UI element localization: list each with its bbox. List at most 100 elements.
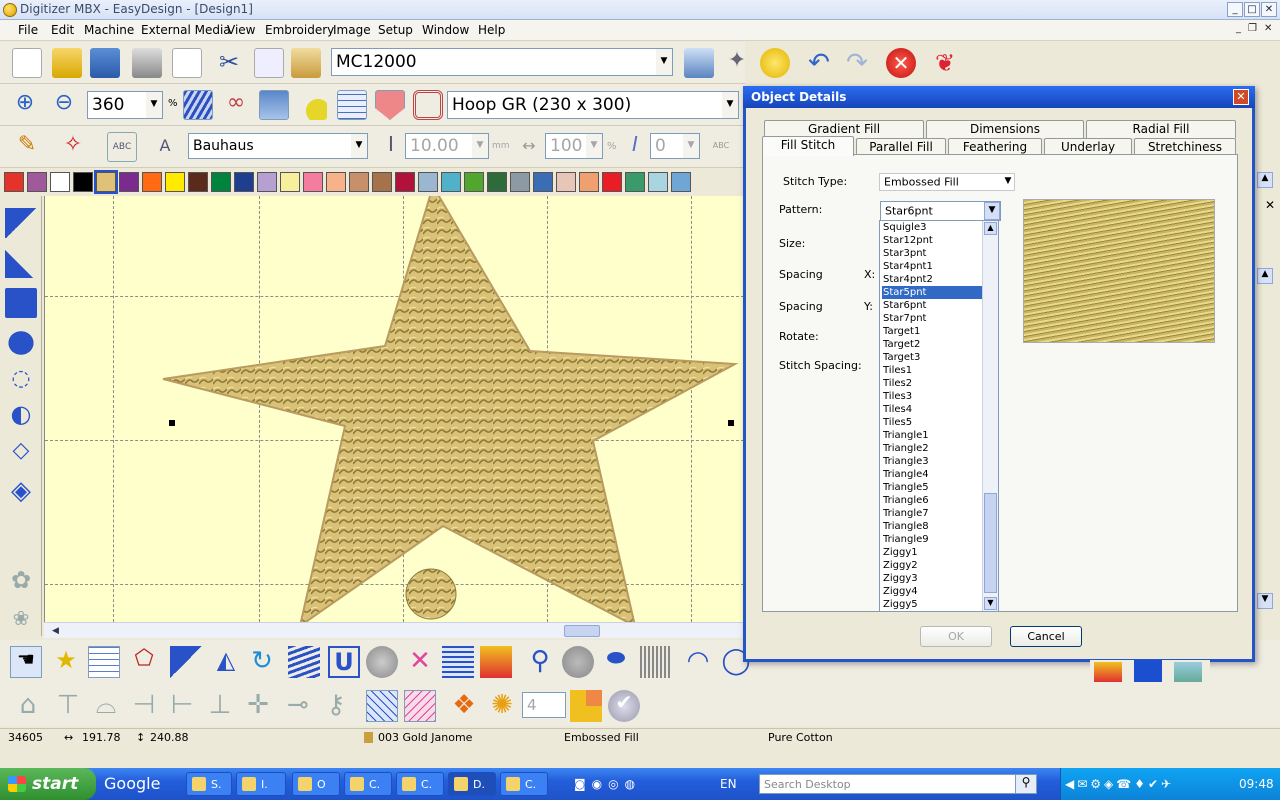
zoom-out-icon[interactable]: ⊖ — [49, 90, 79, 120]
color-swatch[interactable] — [50, 172, 70, 192]
arc-tool-icon[interactable]: ◐ — [5, 400, 37, 430]
barcode-icon[interactable] — [640, 646, 672, 678]
menu-window[interactable]: Window — [422, 23, 469, 37]
wave-fill-icon[interactable] — [442, 646, 474, 678]
mdi-restore-icon[interactable]: ❐ — [1248, 23, 1257, 34]
mdi-minimize-icon[interactable]: _ — [1236, 23, 1241, 34]
distribute-icon[interactable]: ⊸ — [282, 690, 314, 722]
shape-fill-icon[interactable] — [480, 646, 512, 678]
color-swatch[interactable] — [280, 172, 300, 192]
magic-wand-icon[interactable]: ✧ — [58, 132, 88, 162]
maximize-button[interactable]: □ — [1244, 2, 1260, 17]
send-to-machine-icon[interactable] — [684, 48, 714, 78]
color-swatch[interactable] — [165, 172, 185, 192]
mushroom-icon[interactable]: ⌂ — [12, 690, 44, 722]
color-swatch[interactable] — [4, 172, 24, 192]
pattern-select[interactable]: Star6pnt — [880, 201, 1001, 221]
task-button-6[interactable]: D. — [448, 772, 496, 796]
pattern-list-item[interactable]: Target2 — [882, 338, 982, 351]
task-button-5[interactable]: C. — [396, 772, 444, 796]
paste-icon[interactable] — [291, 48, 321, 78]
color-swatch[interactable] — [234, 172, 254, 192]
tab-dimensions[interactable]: Dimensions — [926, 120, 1084, 138]
color-swatch[interactable] — [73, 172, 93, 192]
height-input[interactable]: 10.00 — [405, 133, 489, 159]
pattern-list-item[interactable]: Tiles5 — [882, 416, 982, 429]
pattern-list-item[interactable]: Star5pnt — [882, 286, 982, 299]
pattern-list-item[interactable]: Star4pnt1 — [882, 260, 982, 273]
cap-icon[interactable]: ⌓ — [90, 690, 122, 722]
pattern-list-item[interactable]: Triangle8 — [882, 520, 982, 533]
u-shape-icon[interactable]: U — [328, 646, 360, 678]
print-preview-icon[interactable] — [172, 48, 202, 78]
align-icon[interactable]: ⊥ — [204, 690, 236, 722]
mirror-vertical-icon[interactable]: ◭ — [210, 646, 242, 678]
close-button[interactable]: ✕ — [1261, 2, 1277, 17]
column-tool-icon[interactable] — [5, 248, 37, 278]
tray-icons[interactable]: ◀✉⚙◈☎♦✔✈ — [1065, 777, 1174, 791]
wizard-icon[interactable]: ✦ — [722, 48, 752, 78]
menu-external-media[interactable]: External Media — [141, 23, 231, 37]
task-button-3[interactable]: O — [292, 772, 340, 796]
color-swatch[interactable] — [648, 172, 668, 192]
zoom-in-icon[interactable]: ⊕ — [10, 90, 40, 120]
menu-edit[interactable]: Edit — [51, 23, 74, 37]
run-circle-icon[interactable]: ◌ — [5, 366, 37, 396]
start-button[interactable]: start — [0, 768, 96, 800]
font-select[interactable]: Bauhaus — [188, 133, 368, 159]
language-indicator[interactable]: EN — [720, 777, 737, 791]
mdi-close-icon[interactable]: ✕ — [1264, 23, 1272, 34]
ok-button[interactable]: OK — [920, 626, 992, 647]
pattern-list-item[interactable]: Star12pnt — [882, 234, 982, 247]
grid-icon[interactable] — [337, 90, 367, 120]
pin-icon[interactable]: ⊤ — [52, 690, 84, 722]
color-swatch[interactable] — [579, 172, 599, 192]
color-swatch[interactable] — [257, 172, 277, 192]
pattern-dropdown-list[interactable]: ▲ ▼ Squigle3 Star12pnt Star3pnt Star4pnt1 St… — [879, 220, 999, 612]
color-fill-icon[interactable] — [1094, 662, 1122, 682]
tab-radial-fill[interactable]: Radial Fill — [1086, 120, 1236, 138]
search-icon[interactable]: ⚲ — [1015, 774, 1037, 794]
scroll-up-icon[interactable]: ▲ — [1257, 172, 1273, 188]
color-swatch[interactable] — [326, 172, 346, 192]
shapes-icon[interactable] — [297, 90, 327, 120]
stop-icon[interactable]: ✕ — [886, 48, 916, 78]
pattern-list-item[interactable]: Triangle5 — [882, 481, 982, 494]
pattern-list-item[interactable]: Ziggy5 — [882, 598, 982, 611]
pattern-list-item[interactable]: Triangle2 — [882, 442, 982, 455]
color-swatch[interactable] — [142, 172, 162, 192]
width-input[interactable]: 100 — [545, 133, 603, 159]
menu-machine[interactable]: Machine — [84, 23, 134, 37]
color-swatch[interactable] — [602, 172, 622, 192]
task-button-4[interactable]: C. — [344, 772, 392, 796]
color-swatch[interactable] — [556, 172, 576, 192]
color-swatch[interactable] — [395, 172, 415, 192]
task-button-7[interactable]: C. — [500, 772, 548, 796]
text-icon[interactable]: A — [150, 132, 180, 162]
pattern-list-item[interactable]: Triangle4 — [882, 468, 982, 481]
slant-input[interactable]: 0 — [650, 133, 700, 159]
pattern-list-item[interactable]: Star6pnt — [882, 299, 982, 312]
panel-scroll-down-icon[interactable]: ▼ — [1257, 593, 1273, 609]
diamond-tool-icon[interactable]: ◈ — [5, 476, 37, 506]
color-swatch[interactable] — [94, 170, 118, 194]
apply-check-icon[interactable]: ✔ — [608, 690, 640, 722]
background-image-icon[interactable] — [259, 90, 289, 120]
arc-icon[interactable]: ◠ — [682, 646, 714, 678]
pattern-list-item[interactable]: Star7pnt — [882, 312, 982, 325]
panel-scroll-up-icon[interactable]: ▲ — [1257, 268, 1273, 284]
color-swatch[interactable] — [441, 172, 461, 192]
rotate-icon[interactable]: ↻ — [246, 646, 278, 678]
pattern-list-item[interactable]: Ziggy2 — [882, 559, 982, 572]
quick-launch-icons[interactable]: ◙◉◎◍ — [574, 777, 656, 791]
color-swatch[interactable] — [510, 172, 530, 192]
open-folder-icon[interactable] — [52, 48, 82, 78]
color-swatch[interactable] — [487, 172, 507, 192]
cut-icon[interactable]: ✂ — [214, 48, 244, 78]
pattern-list-item[interactable]: Tiles1 — [882, 364, 982, 377]
save-icon[interactable] — [90, 48, 120, 78]
print-icon[interactable] — [132, 48, 162, 78]
cross-hatch-icon[interactable] — [366, 690, 398, 722]
hoop-shape-icon[interactable] — [375, 90, 405, 120]
motif-icon[interactable]: ❖ — [448, 690, 480, 722]
